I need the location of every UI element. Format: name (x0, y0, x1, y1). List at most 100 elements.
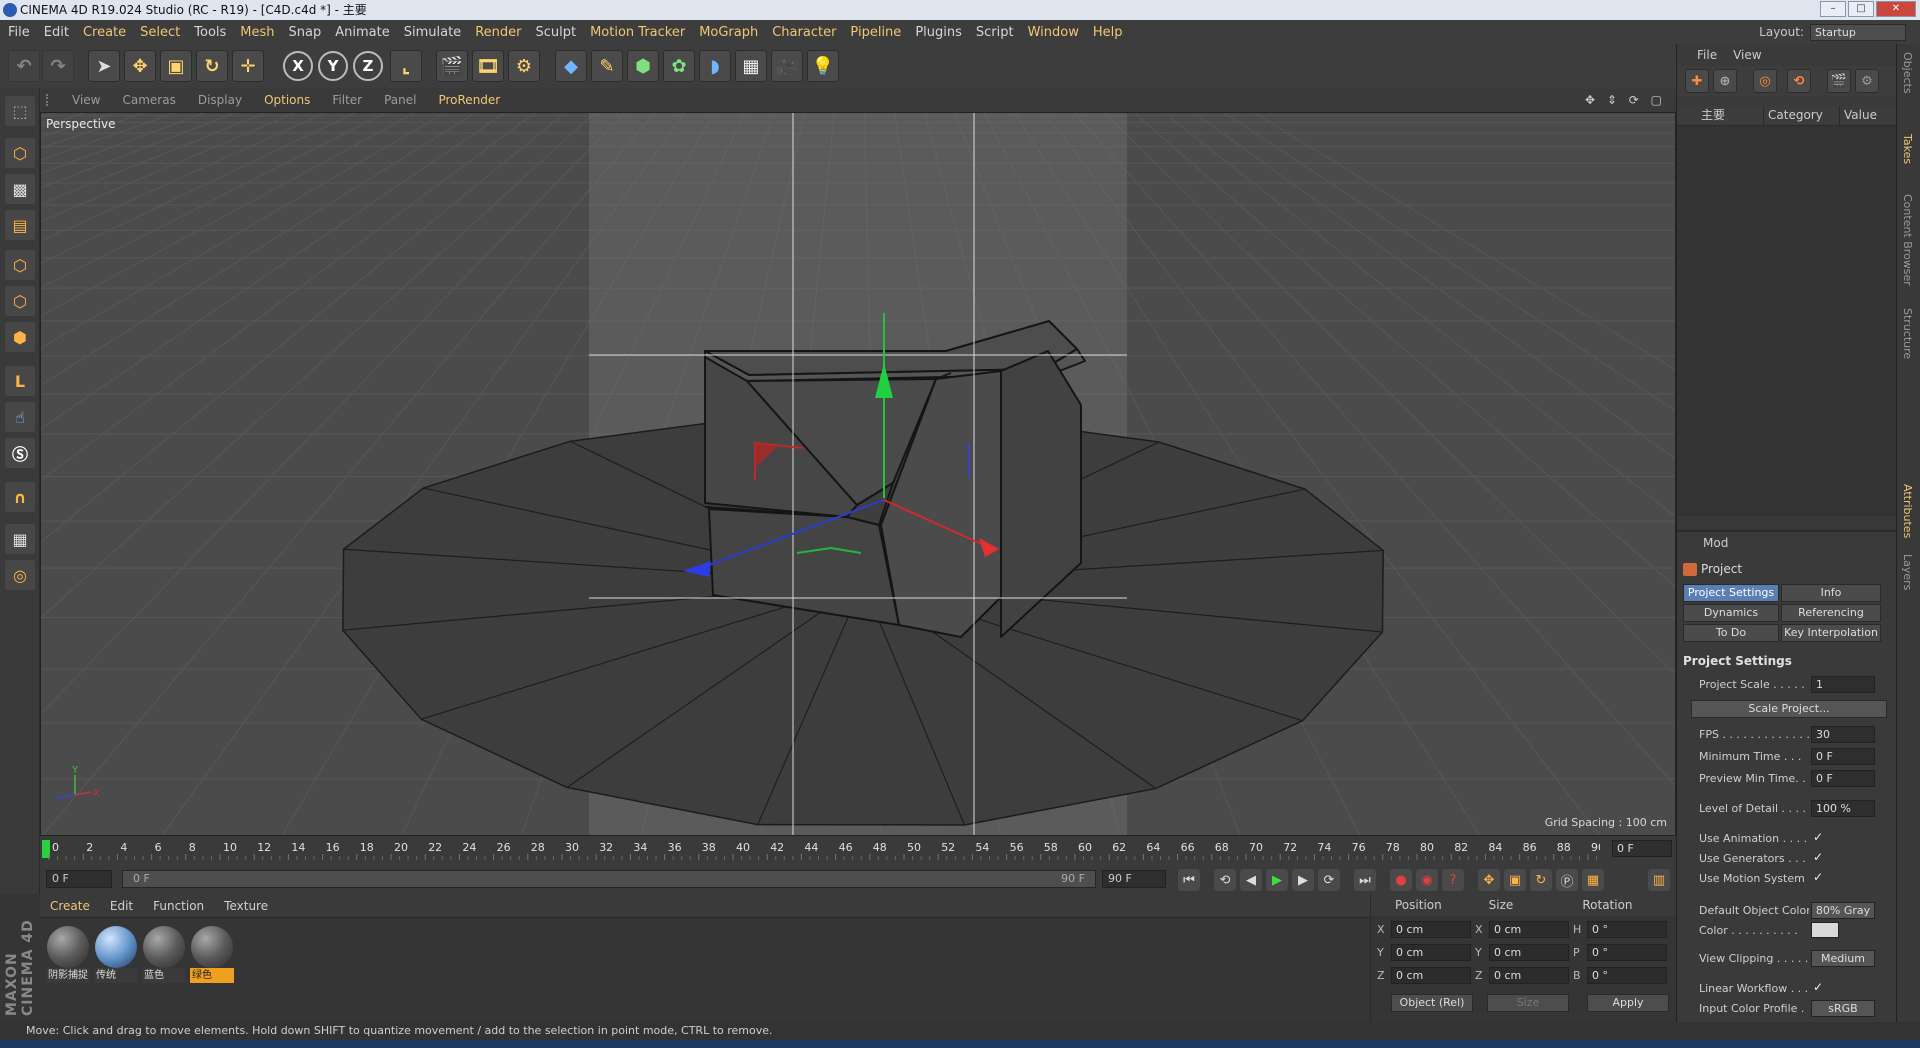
take-clone-icon[interactable]: ⊕ (1713, 69, 1737, 93)
keyframe-selection-icon[interactable]: ? (1442, 869, 1464, 891)
start-frame-field[interactable]: 0 F (46, 870, 112, 888)
viewport-menu-view[interactable]: View (72, 93, 100, 107)
side-tab-takes[interactable]: Takes (1901, 134, 1914, 164)
column-category[interactable]: Category (1763, 106, 1839, 125)
menu-mesh[interactable]: Mesh (240, 25, 274, 40)
axis-mode-icon[interactable]: L (5, 366, 35, 396)
current-frame-field[interactable]: 0 F (1612, 840, 1672, 857)
material-swatch[interactable]: 传统 (94, 926, 138, 986)
menu-help[interactable]: Help (1093, 25, 1123, 40)
edges-mode-icon[interactable]: ⬡ (5, 286, 35, 316)
subdivision-surface-icon[interactable]: ⬢ (627, 50, 659, 82)
record-rotation-icon[interactable]: ↻ (1530, 869, 1552, 891)
size-field[interactable]: 0 cm (1489, 943, 1569, 961)
cube-object-icon[interactable]: ◆ (555, 50, 587, 82)
viewport-menu-filter[interactable]: Filter (332, 93, 362, 107)
coordinate-system-icon[interactable]: ⌞ (390, 50, 422, 82)
position-field[interactable]: 0 cm (1391, 920, 1471, 938)
menu-mograph[interactable]: MoGraph (699, 25, 758, 40)
horizontal-scrollbar[interactable] (1677, 516, 1897, 530)
record-active-objects-icon[interactable]: ● (1390, 869, 1412, 891)
menu-animate[interactable]: Animate (335, 25, 389, 40)
attr-field[interactable]: 100 % (1811, 800, 1875, 817)
scale-tool-icon[interactable]: ▣ (160, 50, 192, 82)
material-menu-texture[interactable]: Texture (224, 899, 268, 913)
viewport-menu-prorender[interactable]: ProRender (438, 93, 500, 107)
select-cursor-icon[interactable]: ➤ (88, 50, 120, 82)
size-field[interactable]: 0 cm (1489, 966, 1569, 984)
end-frame-field[interactable]: 90 F (1102, 870, 1166, 888)
menu-pipeline[interactable]: Pipeline (850, 25, 901, 40)
side-tab-attributes[interactable]: Attributes (1901, 484, 1914, 538)
size-field[interactable]: 0 cm (1489, 920, 1569, 938)
material-swatch[interactable]: 阴影捕捉 (46, 926, 90, 986)
position-field[interactable]: 0 cm (1391, 966, 1471, 984)
column-value[interactable]: Value (1839, 106, 1897, 125)
attr-dropdown[interactable]: sRGB (1811, 1000, 1875, 1017)
polygons-mode-icon[interactable]: ⬢ (5, 322, 35, 352)
attr-color-swatch[interactable] (1811, 922, 1839, 938)
rotate-tool-icon[interactable]: ↻ (196, 50, 228, 82)
x-axis-lock-icon[interactable]: X (283, 51, 313, 81)
menu-snap[interactable]: Snap (289, 25, 322, 40)
menu-tools[interactable]: Tools (194, 25, 226, 40)
rotation-field[interactable]: 0 ° (1587, 966, 1667, 984)
snap-icon[interactable]: Ⓢ (5, 438, 35, 468)
take-filter-icon[interactable]: ⚙ (1855, 69, 1879, 93)
next-key-icon[interactable]: ⟳ (1318, 869, 1340, 891)
points-mode-icon[interactable]: ⬡ (5, 250, 35, 280)
side-tab-objects[interactable]: Objects (1901, 52, 1914, 94)
recent-tool-icon[interactable]: ✛ (232, 50, 264, 82)
attr-field[interactable]: 0 F (1811, 748, 1875, 765)
attr-checkbox[interactable]: ✓ (1813, 870, 1823, 884)
attr-field[interactable]: 30 (1811, 726, 1875, 743)
perspective-viewport[interactable]: Y X Perspective Grid Spacing : 100 cm (40, 112, 1676, 836)
planar-workplane-icon[interactable]: ◎ (5, 560, 35, 590)
maximize-button[interactable]: □ (1848, 1, 1874, 17)
go-to-end-icon[interactable]: ⏭ (1354, 869, 1376, 891)
attr-dropdown[interactable]: 80% Gray (1811, 902, 1875, 919)
viewport-menu-options[interactable]: Options (264, 93, 310, 107)
scale-project-button[interactable]: Scale Project... (1691, 700, 1887, 718)
side-tab-structure[interactable]: Structure (1901, 308, 1914, 359)
material-swatch[interactable]: 绿色 (190, 926, 234, 986)
locked-workplane-icon[interactable]: ▦ (5, 524, 35, 554)
menu-select[interactable]: Select (140, 25, 180, 40)
viewport-menu-panel[interactable]: Panel (384, 93, 416, 107)
y-axis-lock-icon[interactable]: Y (318, 51, 348, 81)
workplane-mode-icon[interactable]: ▤ (5, 210, 35, 240)
viewport-navigation-icons[interactable]: ✥ ⇕ ⟳ ▢ (1585, 93, 1666, 107)
attr-dropdown[interactable]: Medium (1811, 950, 1875, 967)
render-picture-viewer-icon[interactable]: 🎞 (472, 50, 504, 82)
menu-sculpt[interactable]: Sculpt (535, 25, 576, 40)
menu-file[interactable]: File (8, 25, 30, 40)
coordinate-mode-dropdown[interactable]: Object (Rel) (1391, 994, 1473, 1012)
side-tab-content-browser[interactable]: Content Browser (1901, 194, 1914, 286)
timeline-window-icon[interactable]: ▥ (1648, 869, 1670, 891)
cloner-icon[interactable]: ✿ (663, 50, 695, 82)
attr-tab-referencing[interactable]: Referencing (1781, 604, 1881, 622)
render-take-icon[interactable]: 🎬 (1827, 69, 1851, 93)
apply-button[interactable]: Apply (1587, 994, 1669, 1012)
menu-script[interactable]: Script (976, 25, 1014, 40)
redo-icon[interactable]: ↷ (42, 50, 74, 82)
viewport-menu-display[interactable]: Display (198, 93, 242, 107)
menu-character[interactable]: Character (772, 25, 836, 40)
menu-simulate[interactable]: Simulate (404, 25, 461, 40)
attr-tab-info[interactable]: Info (1781, 584, 1881, 602)
material-menu-function[interactable]: Function (153, 899, 204, 913)
attr-checkbox[interactable]: ✓ (1813, 830, 1823, 844)
objects-menu-view[interactable]: View (1733, 48, 1761, 62)
next-frame-icon[interactable]: ▶ (1292, 869, 1314, 891)
attr-checkbox[interactable]: ✓ (1813, 980, 1823, 994)
size-mode-dropdown[interactable]: Size (1487, 994, 1569, 1012)
rotation-field[interactable]: 0 ° (1587, 943, 1667, 961)
previous-frame-icon[interactable]: ◀ (1240, 869, 1262, 891)
material-menu-create[interactable]: Create (50, 899, 90, 913)
record-point-level-icon[interactable]: ▦ (1582, 869, 1604, 891)
magnet-icon[interactable]: ∩ (5, 482, 35, 512)
record-parameter-icon[interactable]: Ⓟ (1556, 869, 1578, 891)
add-take-icon[interactable]: ✚ (1685, 69, 1709, 93)
panel-grip[interactable] (46, 94, 54, 106)
attr-field[interactable]: 0 F (1811, 770, 1875, 787)
